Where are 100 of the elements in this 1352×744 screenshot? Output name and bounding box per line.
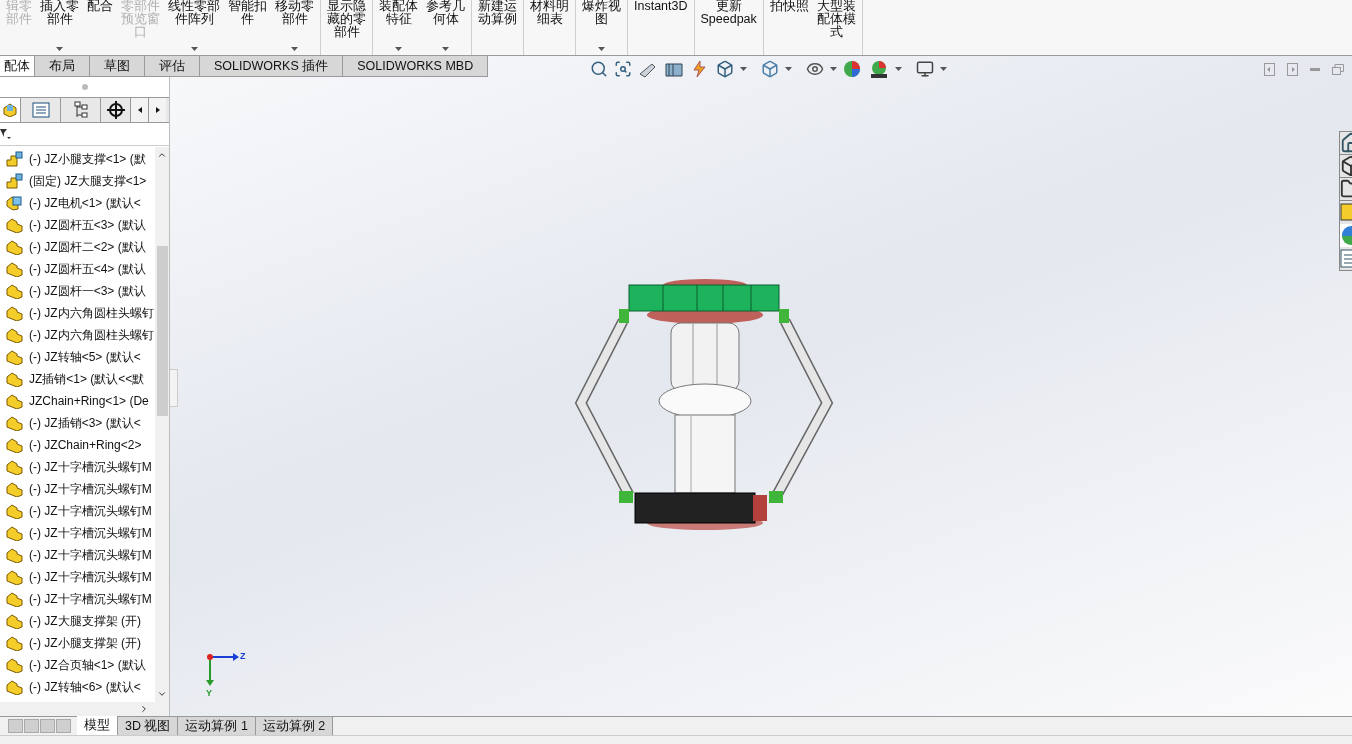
eye-icon[interactable] <box>806 60 824 78</box>
part-icon <box>6 679 24 695</box>
ribbon-button[interactable]: 线性零部 件阵列 <box>164 0 224 55</box>
scene-icon[interactable] <box>869 60 889 78</box>
tree-item[interactable]: (-) JZ大腿支撑架 (开) <box>6 610 155 632</box>
scroll-down-icon[interactable] <box>157 689 167 699</box>
tree-item[interactable]: (-) JZ十字槽沉头螺钉M <box>6 522 155 544</box>
part-icon <box>6 261 24 277</box>
ribbon-button[interactable]: 智能扣 件 <box>224 0 271 55</box>
tree-item[interactable]: (-) JZ内六角圆柱头螺钉 <box>6 302 155 324</box>
ribbon-button[interactable]: 爆炸视 图 <box>578 0 625 55</box>
tree-item[interactable]: (-) JZ圆杆五<3> (默认 <box>6 214 155 236</box>
tree-item[interactable]: (-) JZ圆杆五<4> (默认 <box>6 258 155 280</box>
tree-item[interactable]: (-) JZ十字槽沉头螺钉M <box>6 456 155 478</box>
subassembly-icon <box>6 151 24 167</box>
part-icon <box>6 371 24 387</box>
tree-item[interactable]: (-) JZ十字槽沉头螺钉M <box>6 478 155 500</box>
restore-icon[interactable] <box>1332 64 1344 75</box>
tree-item[interactable]: (-) JZ内六角圆柱头螺钉 <box>6 324 155 346</box>
zoom-icon[interactable] <box>590 60 608 78</box>
tree-item[interactable]: (-) JZChain+Ring<2> <box>6 434 155 456</box>
scroll-right-button[interactable] <box>148 98 166 122</box>
tree-item[interactable]: (-) JZ圆杆一<3> (默认 <box>6 280 155 302</box>
tree-item[interactable]: (-) JZ插销<3> (默认< <box>6 412 155 434</box>
bottom-tab[interactable]: 模型 <box>77 716 118 735</box>
part-icon <box>6 481 24 497</box>
command-tab[interactable]: 布局 <box>35 56 90 76</box>
tree-item[interactable]: JZ插销<1> (默认<<默 <box>6 368 155 390</box>
ribbon-button[interactable]: Instant3D <box>630 0 692 55</box>
part-icon <box>6 349 24 365</box>
horizontal-scrollbar[interactable] <box>0 702 169 716</box>
feature-tree-tab[interactable] <box>0 98 20 122</box>
tile-right-icon[interactable] <box>1287 63 1298 76</box>
tree-item[interactable]: (-) JZ圆杆二<2> (默认 <box>6 236 155 258</box>
part-icon <box>6 415 24 431</box>
ribbon-button[interactable]: 移动零 部件 <box>271 0 318 55</box>
ribbon-button[interactable]: 更新 Speedpak <box>696 0 761 55</box>
command-tab[interactable]: 配体 <box>0 56 35 76</box>
display-style-icon[interactable] <box>761 60 779 78</box>
scroll-left-button[interactable] <box>130 98 148 122</box>
filter-icon[interactable] <box>0 128 12 140</box>
ribbon-button[interactable]: 显示隐 藏的零 部件 <box>323 0 370 55</box>
scrollbar-thumb[interactable] <box>156 246 168 416</box>
panel-collapse-handle[interactable] <box>170 369 178 407</box>
tree-item[interactable]: (-) JZ十字槽沉头螺钉M <box>6 566 155 588</box>
appearance-icon[interactable] <box>843 60 863 78</box>
ribbon-button[interactable]: 拍快照 <box>765 0 813 55</box>
ribbon-button[interactable]: 装配体 特征 <box>375 0 422 55</box>
bottom-tab[interactable]: 3D 视图 <box>118 717 179 735</box>
command-tab[interactable]: 评估 <box>145 56 200 76</box>
part-icon <box>6 459 24 475</box>
scroll-up-icon[interactable] <box>157 150 167 160</box>
caret-icon <box>830 67 837 71</box>
part-icon <box>6 569 24 585</box>
tree-item[interactable]: (-) JZ十字槽沉头螺钉M <box>6 500 155 522</box>
caret-icon <box>785 67 792 71</box>
right-arrow-icon <box>155 107 160 113</box>
subassembly-icon <box>6 173 24 189</box>
command-tab[interactable]: SOLIDWORKS 插件 <box>200 56 344 76</box>
monitor-icon[interactable] <box>916 60 934 78</box>
ribbon-button[interactable]: 新建运 动算例 <box>474 0 521 55</box>
ribbon-button[interactable]: 大型装 配体模 式 <box>812 0 860 55</box>
ribbon-button[interactable]: 材料明 细表 <box>526 0 573 55</box>
tree-item[interactable]: (-) JZ合页轴<1> (默认 <box>6 654 155 676</box>
tree-item[interactable]: (-) JZ转轴<6> (默认< <box>6 676 155 698</box>
caret-icon <box>940 67 947 71</box>
caret-icon <box>740 67 747 71</box>
left-arrow-icon <box>137 107 142 113</box>
tree-item[interactable]: (-) JZ十字槽沉头螺钉M <box>6 588 155 610</box>
bottom-tab[interactable]: 运动算例 2 <box>255 717 334 735</box>
part-icon <box>6 503 24 519</box>
vertical-scrollbar[interactable] <box>155 147 169 702</box>
tree-item[interactable]: JZChain+Ring<1> (De <box>6 390 155 412</box>
zoom-area-icon[interactable] <box>614 60 632 78</box>
command-tab[interactable]: 草图 <box>90 56 145 76</box>
section-view-icon[interactable] <box>664 60 684 78</box>
part-icon <box>6 195 24 211</box>
hierarchy-icon <box>73 101 88 119</box>
ribbon-button[interactable]: 参考几 何体 <box>422 0 469 55</box>
tree-item[interactable]: (-) JZ电机<1> (默认< <box>6 192 155 214</box>
part-icon <box>6 437 24 453</box>
part-icon <box>6 525 24 541</box>
grip-icon[interactable] <box>81 84 88 90</box>
command-tab[interactable]: SOLIDWORKS MBD <box>343 56 489 76</box>
part-icon <box>6 327 24 343</box>
ribbon-button[interactable]: 配合 <box>83 0 117 55</box>
part-icon <box>6 635 24 651</box>
tile-left-icon[interactable] <box>1264 63 1275 76</box>
crosshair-icon <box>106 101 125 119</box>
tree-item[interactable]: (-) JZ十字槽沉头螺钉M <box>6 544 155 566</box>
ribbon-button[interactable]: 插入零 部件 <box>36 0 83 55</box>
bottom-tab[interactable]: 运动算例 1 <box>178 717 256 735</box>
tree-item[interactable]: (-) JZ转轴<5> (默认< <box>6 346 155 368</box>
tree-item[interactable]: (-) JZ小腿支撑架 (开) <box>6 632 155 654</box>
tree-item[interactable]: (固定) JZ大腿支撑<1> <box>6 170 155 192</box>
axis-label: Y <box>206 687 212 700</box>
view-orientation-icon[interactable] <box>716 60 734 78</box>
scroll-right-icon[interactable] <box>139 704 149 714</box>
tree-item[interactable]: (-) JZ小腿支撑<1> (默 <box>6 148 155 170</box>
part-icon <box>6 305 24 321</box>
